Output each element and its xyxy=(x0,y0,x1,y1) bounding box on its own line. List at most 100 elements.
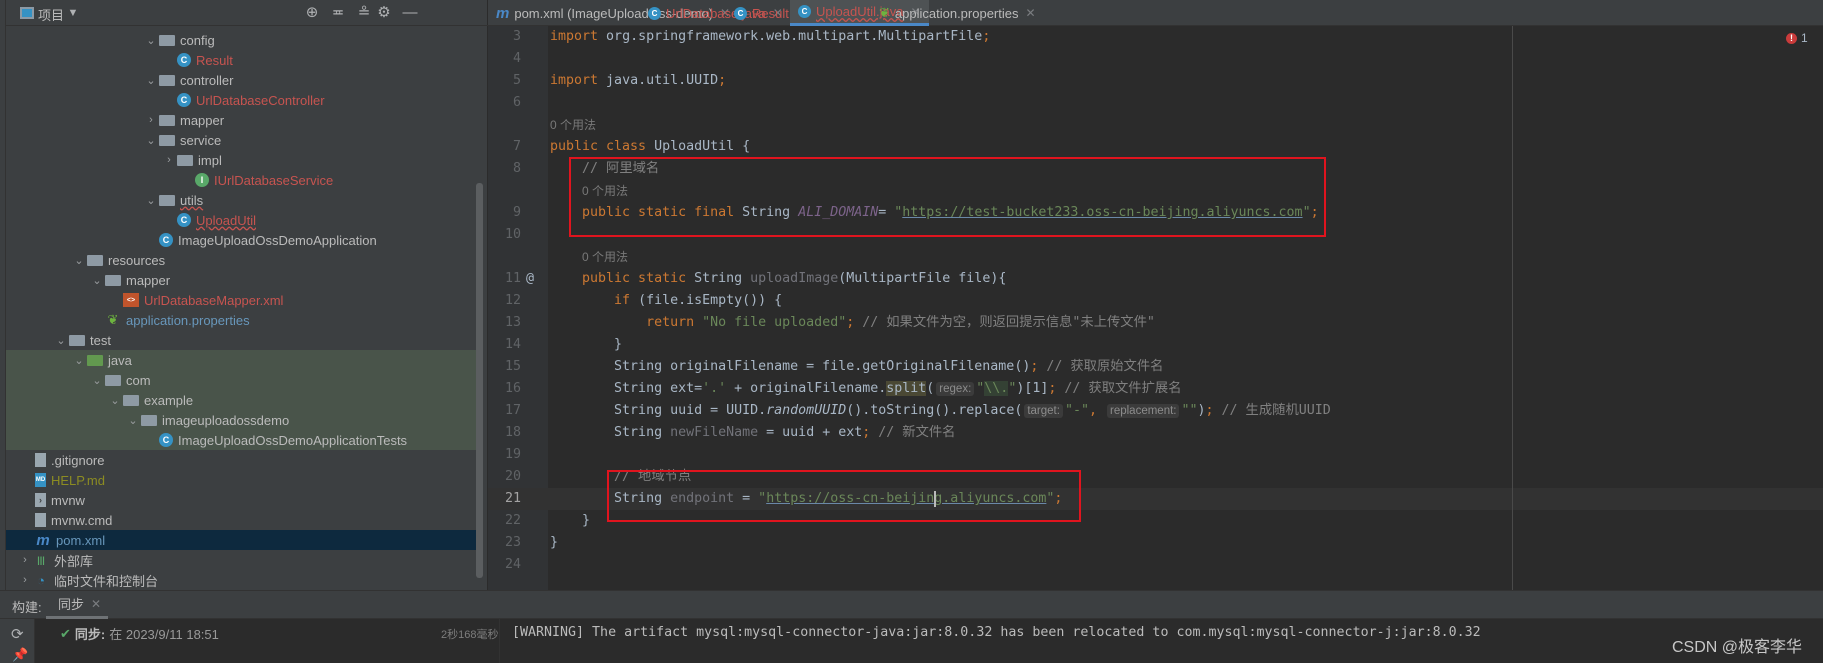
chevron-down-icon[interactable]: ⌄ xyxy=(53,334,69,347)
close-icon[interactable]: ✕ xyxy=(1025,6,1035,20)
usage-hint-text[interactable]: 0 个用法 xyxy=(550,246,628,269)
tree-item[interactable]: C UploadUtil xyxy=(6,210,482,230)
chevron-down-icon[interactable]: ⌄ xyxy=(89,274,105,287)
expand-all-icon[interactable]: ≖ xyxy=(329,4,347,22)
tree-scrollbar[interactable] xyxy=(476,183,483,578)
tree-item[interactable]: ⌄ controller xyxy=(6,70,482,90)
class-icon: C xyxy=(648,6,661,20)
tree-item[interactable]: MD HELP.md xyxy=(6,470,482,490)
usage-hint-label[interactable]: 0 个用法 xyxy=(550,118,596,132)
tree-item[interactable]: <> UrlDatabaseMapper.xml xyxy=(6,290,482,310)
code-token: } xyxy=(550,513,591,528)
class-icon: C xyxy=(734,6,747,20)
maven-icon: m xyxy=(496,4,510,22)
project-title[interactable]: 项目 xyxy=(38,5,64,24)
tree-item[interactable]: ⌄ mapper xyxy=(6,270,482,290)
tree-item[interactable]: ⌄ java xyxy=(6,350,482,370)
code-token: (file.isEmpty()) { xyxy=(638,293,783,308)
tree-item[interactable]: › ||| 外部库 xyxy=(6,550,482,570)
tree-item[interactable]: ⌄ service xyxy=(6,130,482,150)
chevron-down-icon[interactable]: ⌄ xyxy=(125,414,141,427)
collapse-all-icon[interactable]: ≗ xyxy=(355,4,373,22)
tree-item-label: mvnw.cmd xyxy=(51,512,113,528)
chevron-right-icon[interactable]: › xyxy=(17,554,33,566)
tree-item[interactable]: ❦ application.properties xyxy=(6,310,482,330)
chevron-right-icon[interactable]: › xyxy=(143,114,159,126)
tree-item[interactable]: › mvnw xyxy=(6,490,482,510)
gear-icon[interactable]: ⚙ xyxy=(375,4,393,22)
tree-item[interactable]: › ◔ 临时文件和控制台 xyxy=(6,570,482,590)
chevron-down-icon[interactable]: ⌄ xyxy=(143,134,159,147)
string-literal: "-" xyxy=(1064,403,1089,418)
tree-item[interactable]: C Result xyxy=(6,50,482,70)
tree-item-label: mvnw xyxy=(51,492,85,508)
chevron-down-icon[interactable]: ⌄ xyxy=(107,394,123,407)
tree-item[interactable]: ⌄ test xyxy=(6,330,482,350)
keyword: public static xyxy=(550,271,695,286)
chevron-down-icon[interactable]: ⌄ xyxy=(89,374,105,387)
inspection-widget[interactable]: ! 1 ▲ xyxy=(1786,31,1823,45)
chevron-down-icon[interactable]: ⌄ xyxy=(71,354,87,367)
tree-item[interactable]: ⌄ resources xyxy=(6,250,482,270)
tree-item[interactable]: ⌄ imageuploadossdemo xyxy=(6,410,482,430)
tree-item[interactable]: I IUrlDatabaseService xyxy=(6,170,482,190)
tree-item-label: controller xyxy=(180,72,234,88)
tree-item[interactable]: › impl xyxy=(6,150,482,170)
tree-item-label: UploadUtil xyxy=(196,212,256,228)
override-marker-icon[interactable]: @ xyxy=(526,268,534,290)
sync-label: 同步: xyxy=(74,627,106,642)
usage-hint-label[interactable]: 0 个用法 xyxy=(582,250,628,264)
locate-icon[interactable]: ⊕ xyxy=(303,4,321,22)
keyword: import xyxy=(550,73,599,88)
project-view-icon[interactable] xyxy=(20,7,34,19)
tree-item[interactable]: › mapper xyxy=(6,110,482,130)
maven-icon: m xyxy=(36,531,50,549)
tree-item[interactable]: mvnw.cmd xyxy=(6,510,482,530)
watermark: CSDN @极客李华 xyxy=(1672,639,1803,656)
code-token: ) xyxy=(1197,403,1206,418)
line-number: 18 xyxy=(504,425,521,440)
tree-item[interactable]: ⌄ com xyxy=(6,370,482,390)
chevron-down-icon[interactable]: ⌄ xyxy=(71,254,87,267)
chevron-down-icon[interactable]: ⌄ xyxy=(143,34,159,47)
line-number: 7 xyxy=(512,139,521,154)
code-comment: // 新文件名 xyxy=(878,425,956,440)
chevron-down-icon[interactable]: ⌄ xyxy=(143,74,159,87)
line-number: 17 xyxy=(504,403,521,418)
tree-item[interactable]: ⌄ example xyxy=(6,390,482,410)
sync-row[interactable]: ✔ 同步: 在 2023/9/11 18:51 xyxy=(60,624,219,643)
tree-item-label: 临时文件和控制台 xyxy=(54,573,159,589)
code-text: import org.springframework.web.multipart… xyxy=(550,26,990,48)
tab-label: application.properties xyxy=(894,5,1019,21)
code-text: String originalFilename = file.getOrigin… xyxy=(550,356,1163,378)
tab-sync[interactable]: 同步 ✕ xyxy=(46,591,108,619)
tree-item-label: service xyxy=(180,132,222,148)
refresh-icon[interactable]: ⟳ xyxy=(11,625,24,643)
tree-item[interactable]: C ImageUploadOssDemoApplicationTests xyxy=(6,430,482,450)
interface-icon: I xyxy=(195,173,209,187)
usage-hint-text[interactable]: 0 个用法 xyxy=(550,114,596,137)
line-number: 15 xyxy=(504,359,521,374)
close-icon[interactable]: ✕ xyxy=(91,597,101,611)
chevron-down-icon[interactable]: ⌄ xyxy=(143,194,159,207)
chevron-down-icon[interactable]: ▼ xyxy=(64,4,82,22)
chevron-right-icon[interactable]: › xyxy=(17,574,33,586)
tree-item[interactable]: m pom.xml xyxy=(6,530,482,550)
code-token: String uuid = UUID. xyxy=(550,403,767,418)
minimize-icon[interactable]: — xyxy=(401,4,419,22)
keyword: ; xyxy=(1030,359,1047,374)
line-number: 11 xyxy=(504,271,521,286)
tab-application[interactable]: ❦ application.properties ✕ xyxy=(871,0,1044,26)
code-token: )[ xyxy=(1016,381,1033,396)
pin-icon[interactable]: 📌 xyxy=(12,647,28,663)
chevron-right-icon[interactable]: › xyxy=(161,154,177,166)
tree-item-label: HELP.md xyxy=(51,472,105,488)
code-comment: // 获取原始文件名 xyxy=(1046,359,1164,374)
tree-item[interactable]: C ImageUploadOssDemoApplication xyxy=(6,230,482,250)
tree-item[interactable]: .gitignore xyxy=(6,450,482,470)
tree-item[interactable]: ⌄ config xyxy=(6,30,482,50)
sync-duration: 2秒168毫秒 xyxy=(441,629,499,641)
tree-item[interactable]: C UrlDatabaseController xyxy=(6,90,482,110)
tree-item[interactable]: ⌄ utils xyxy=(6,190,482,210)
code-token: } xyxy=(550,337,623,352)
